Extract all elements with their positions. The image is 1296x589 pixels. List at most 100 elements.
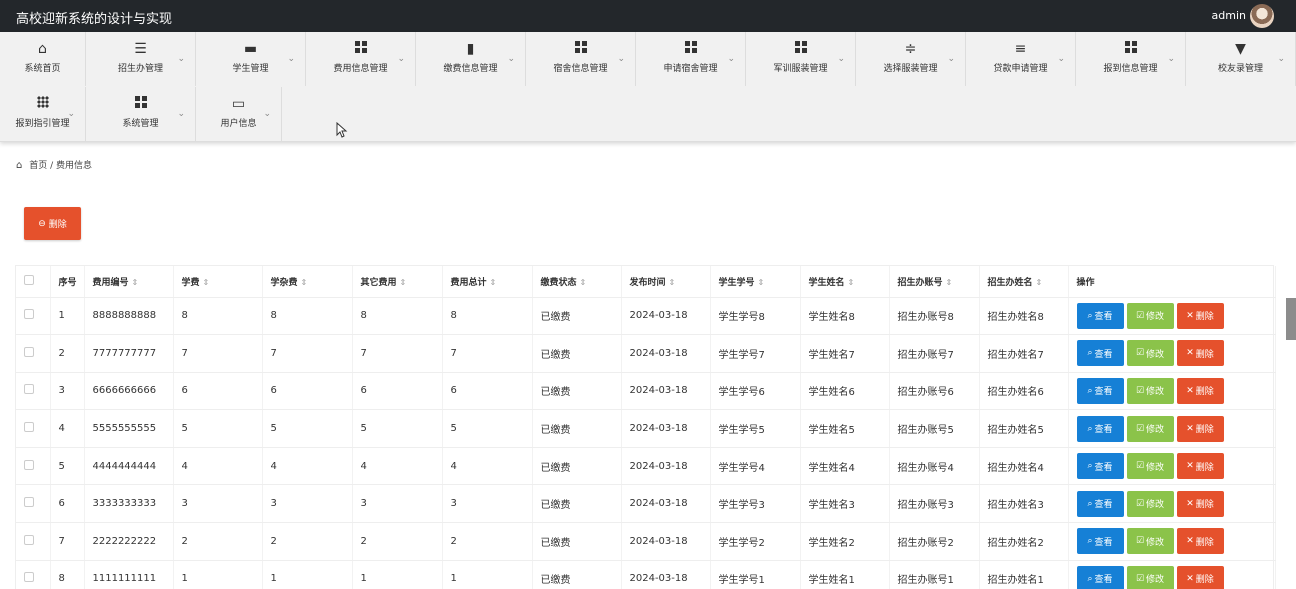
row-checkbox[interactable]	[24, 384, 34, 395]
edit-button[interactable]: ☑ 修改	[1126, 453, 1174, 480]
delete-button[interactable]: ✕ 删除	[1176, 528, 1224, 555]
home-icon[interactable]: ⌂	[16, 160, 22, 171]
menu-item-5[interactable]: 宿舍信息管理 ⌄	[526, 32, 636, 86]
table-cell: 3	[50, 372, 85, 411]
row-checkbox[interactable]	[24, 309, 34, 320]
table-cell: 招生办姓名7	[979, 334, 1069, 373]
edit-button[interactable]: ☑ 修改	[1126, 377, 1174, 404]
edit-button[interactable]: ☑ 修改	[1126, 415, 1174, 442]
main-menu: ⌂系统首页⌄☰招生办管理⌄▬学生管理⌄费用信息管理⌄▮缴费信息管理⌄宿舍信息管理…	[0, 32, 1296, 142]
sort-icon[interactable]: ⇕	[301, 278, 308, 287]
table-cell: 7	[352, 334, 443, 373]
page-scrollbar[interactable]	[1286, 298, 1296, 340]
grid-icon	[1123, 41, 1139, 57]
edit-label: 修改	[1146, 575, 1165, 586]
column-header[interactable]: 学杂费 ⇕	[262, 266, 353, 298]
sort-icon[interactable]: ⇕	[400, 278, 407, 287]
table-cell: 学生姓名6	[800, 372, 890, 411]
column-header[interactable]: 费用编号 ⇕	[84, 266, 174, 298]
column-header[interactable]: 发布时间 ⇕	[621, 266, 711, 298]
column-header: 操作	[1068, 266, 1276, 298]
view-button[interactable]: ⌕ 查看	[1076, 490, 1124, 517]
table-cell: 学生姓名8	[800, 297, 890, 336]
table-cell: 已缴费	[532, 372, 622, 411]
column-header[interactable]: 学生学号 ⇕	[710, 266, 801, 298]
menu-item-10[interactable]: 报到信息管理 ⌄	[1076, 32, 1186, 86]
breadcrumb-home[interactable]: 首页	[29, 161, 47, 171]
delete-button[interactable]: ✕ 删除	[1176, 415, 1224, 442]
sort-icon[interactable]: ⇕	[490, 278, 497, 287]
edit-button[interactable]: ☑ 修改	[1126, 490, 1174, 517]
username[interactable]: admin	[1212, 9, 1246, 22]
sort-icon[interactable]: ⇕	[580, 278, 587, 287]
grid-icon	[793, 41, 809, 57]
view-button[interactable]: ⌕ 查看	[1076, 340, 1124, 367]
table-cell: 已缴费	[532, 522, 622, 561]
menu-item-14[interactable]: ▭ 用户信息 ⌄	[196, 87, 282, 141]
grid-icon	[353, 41, 369, 57]
view-button[interactable]: ⌕ 查看	[1076, 302, 1124, 329]
table-cell: 学生学号1	[710, 560, 801, 589]
table-cell: 招生办账号1	[889, 560, 980, 589]
table-cell: 招生办姓名1	[979, 560, 1069, 589]
avatar[interactable]	[1250, 4, 1274, 28]
sort-icon[interactable]: ⇕	[669, 278, 676, 287]
table-cell: 学生学号7	[710, 334, 801, 373]
row-checkbox[interactable]	[24, 422, 34, 433]
delete-button[interactable]: ✕ 删除	[1176, 302, 1224, 329]
menu-item-6[interactable]: 申请宿舍管理 ⌄	[636, 32, 746, 86]
delete-button[interactable]: ✕ 删除	[1176, 490, 1224, 517]
menu-item-11[interactable]: ▼ 校友录管理 ⌄	[1186, 32, 1296, 86]
delete-button[interactable]: ✕ 删除	[1176, 340, 1224, 367]
menu-item-2[interactable]: ▬ 学生管理 ⌄	[196, 32, 306, 86]
select-all-checkbox[interactable]	[24, 274, 34, 285]
row-checkbox[interactable]	[24, 459, 34, 470]
delete-button[interactable]: ✕ 删除	[1176, 565, 1224, 589]
menu-item-1[interactable]: ☰ 招生办管理 ⌄	[86, 32, 196, 86]
view-button[interactable]: ⌕ 查看	[1076, 565, 1124, 589]
sort-icon[interactable]: ⇕	[132, 278, 139, 287]
column-header[interactable]: 缴费状态 ⇕	[532, 266, 622, 298]
column-header[interactable]: 招生办姓名 ⇕	[979, 266, 1069, 298]
menu-item-0[interactable]: ⌂系统首页⌄	[0, 32, 86, 86]
menu-item-9[interactable]: ≡ 贷款申请管理 ⌄	[966, 32, 1076, 86]
row-checkbox[interactable]	[24, 534, 34, 545]
menu-item-4[interactable]: ▮ 缴费信息管理 ⌄	[416, 32, 526, 86]
menu-item-8[interactable]: ≑ 选择服装管理 ⌄	[856, 32, 966, 86]
sort-icon[interactable]: ⇕	[946, 278, 953, 287]
sort-icon[interactable]: ⇕	[203, 278, 210, 287]
batch-delete-button[interactable]: ⊖ 删除	[24, 207, 81, 240]
column-header[interactable]: 学费 ⇕	[173, 266, 263, 298]
view-button[interactable]: ⌕ 查看	[1076, 415, 1124, 442]
row-checkbox[interactable]	[24, 572, 34, 583]
fee-table-container: 序号 费用编号 ⇕ 学费 ⇕ 学杂费 ⇕ 其它费用 ⇕ 费用总计 ⇕ 缴费状态 ⇕ 发布时间 ⇕ 学生学号 ⇕ 学…	[15, 265, 1276, 589]
batch-delete-label: 删除	[48, 220, 67, 230]
sort-icon[interactable]: ⇕	[758, 278, 765, 287]
row-actions: ⌕ 查看 ☑ 修改 ✕ 删除	[1068, 297, 1276, 336]
menu-item-3[interactable]: 费用信息管理 ⌄	[306, 32, 416, 86]
menu-item-13[interactable]: 系统管理 ⌄	[86, 87, 196, 141]
table-cell: 4	[442, 447, 533, 486]
delete-button[interactable]: ✕ 删除	[1176, 377, 1224, 404]
edit-button[interactable]: ☑ 修改	[1126, 528, 1174, 555]
sort-icon[interactable]: ⇕	[848, 278, 855, 287]
view-button[interactable]: ⌕ 查看	[1076, 528, 1124, 555]
edit-button[interactable]: ☑ 修改	[1126, 302, 1174, 329]
table-cell: 7	[173, 334, 263, 373]
menu-item-12[interactable]: 报到指引管理 ⌄	[0, 87, 86, 141]
row-checkbox[interactable]	[24, 346, 34, 357]
view-button[interactable]: ⌕ 查看	[1076, 377, 1124, 404]
view-button[interactable]: ⌕ 查看	[1076, 453, 1124, 480]
sort-icon[interactable]: ⇕	[1036, 278, 1043, 287]
column-header[interactable]: 其它费用 ⇕	[352, 266, 443, 298]
table-cell: 7777777777	[84, 334, 174, 373]
row-checkbox[interactable]	[24, 497, 34, 508]
column-header[interactable]: 学生姓名 ⇕	[800, 266, 890, 298]
edit-button[interactable]: ☑ 修改	[1126, 340, 1174, 367]
column-header[interactable]: 费用总计 ⇕	[442, 266, 533, 298]
delete-button[interactable]: ✕ 删除	[1176, 453, 1224, 480]
column-header[interactable]: 招生办账号 ⇕	[889, 266, 980, 298]
table-cell: 2	[262, 522, 353, 561]
edit-button[interactable]: ☑ 修改	[1126, 565, 1174, 589]
menu-item-7[interactable]: 军训服装管理 ⌄	[746, 32, 856, 86]
